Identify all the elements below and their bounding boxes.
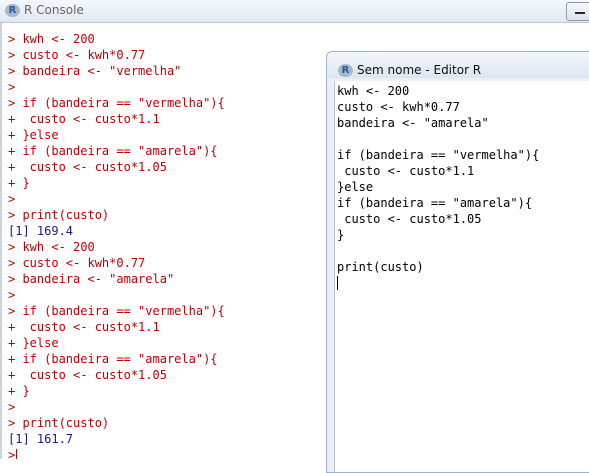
- console-input-line: >: [8, 400, 16, 414]
- editor-cursor: [337, 276, 338, 290]
- editor-lines: kwh <- 200 custo <- kwh*0.77 bandeira <- "…: [337, 83, 539, 291]
- console-input-line: > print(custo): [8, 416, 110, 430]
- console-input-line: + custo <- custo*1.05: [8, 368, 167, 382]
- console-prompt: >: [8, 448, 16, 459]
- console-title: R Console: [24, 3, 84, 17]
- console-input-line: + }: [8, 176, 30, 190]
- console-input-line: + if (bandeira == "amarela"){: [8, 352, 218, 366]
- r-logo-icon: R: [5, 4, 20, 17]
- editor-code-line: kwh <- 200: [337, 84, 410, 98]
- console-input-line: > if (bandeira == "vermelha"){: [8, 304, 225, 318]
- console-input-line: > custo <- kwh*0.77: [8, 256, 146, 270]
- console-input-line: + custo <- custo*1.1: [8, 112, 160, 126]
- console-input-line: >: [8, 288, 16, 302]
- editor-code-line: [337, 131, 539, 147]
- console-input-line: > kwh <- 200: [8, 32, 95, 46]
- console-input-line: + }else: [8, 128, 59, 142]
- editor-code-line: }: [337, 228, 345, 242]
- console-input-line: > custo <- kwh*0.77: [8, 48, 146, 62]
- editor-code-line: if (bandeira == "amarela"){: [337, 196, 533, 210]
- console-prompt-line[interactable]: >: [8, 447, 326, 459]
- editor-code-line: custo <- kwh*0.77: [337, 100, 460, 114]
- editor-code-line: if (bandeira == "vermelha"){: [337, 148, 540, 162]
- minimize-button[interactable]: [566, 2, 589, 21]
- console-input-line: > if (bandeira == "vermelha"){: [8, 96, 225, 110]
- editor-code-line: [337, 243, 539, 259]
- editor-code-line: bandeira <- "amarela": [337, 116, 489, 130]
- editor-code-line: custo <- custo*1.1: [337, 164, 475, 178]
- console-input-line: > kwh <- 200: [8, 240, 95, 254]
- console-input-line: + }: [8, 384, 30, 398]
- console-input-line: > bandeira <- "vermelha": [8, 64, 182, 78]
- console-output[interactable]: > kwh <- 200 > custo <- kwh*0.77 > bandeir…: [8, 31, 326, 459]
- console-input-line: + custo <- custo*1.05: [8, 160, 167, 174]
- console-output-line: [1] 169.4: [8, 224, 74, 238]
- r-logo-icon: R: [338, 64, 353, 77]
- editor-text-area[interactable]: kwh <- 200 custo <- kwh*0.77 bandeira <- "…: [334, 81, 589, 472]
- console-input-line: + if (bandeira == "amarela"){: [8, 144, 218, 158]
- editor-code-line: print(custo): [337, 260, 424, 274]
- console-cursor: [16, 449, 18, 459]
- editor-cursor-line: [337, 275, 539, 291]
- console-input-line: + custo <- custo*1.1: [8, 320, 160, 334]
- console-titlebar: R R Console: [0, 0, 589, 23]
- console-input-line: > bandeira <- "amarela": [8, 272, 175, 286]
- console-input-line: > print(custo): [8, 208, 110, 222]
- editor-code-line: }else: [337, 180, 374, 194]
- editor-titlebar[interactable]: R Sem nome - Editor R: [327, 52, 589, 78]
- console-input-line: >: [8, 192, 16, 206]
- console-output-line: [1] 161.7: [8, 432, 74, 446]
- console-input-line: + }else: [8, 336, 59, 350]
- editor-code-line: custo <- custo*1.05: [337, 212, 482, 226]
- console-input-line: >: [8, 80, 16, 94]
- editor-window[interactable]: R Sem nome - Editor R kwh <- 200 custo <-…: [326, 51, 589, 473]
- editor-title: Sem nome - Editor R: [357, 63, 482, 77]
- console-border: [0, 23, 2, 459]
